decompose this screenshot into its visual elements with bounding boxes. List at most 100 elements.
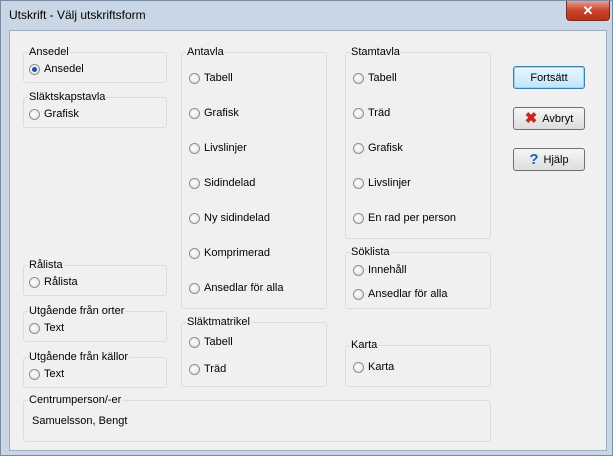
group-soklista: Söklista Innehåll Ansedlar för alla	[345, 246, 491, 309]
radio-slaktmatrikel-trad[interactable]: Träd	[189, 361, 226, 377]
radio-button	[29, 368, 40, 380]
radio-button	[189, 107, 200, 119]
group-label-stamtavla: Stamtavla	[350, 46, 401, 58]
group-ansedel: Ansedel Ansedel	[23, 46, 167, 83]
radio-antavla-tabell[interactable]: Tabell	[189, 70, 233, 86]
radio-slaktskapstavla-grafisk[interactable]: Grafisk	[29, 106, 79, 122]
radio-button	[353, 288, 364, 300]
radio-orter-text[interactable]: Text	[29, 320, 64, 336]
radio-label: Träd	[204, 363, 227, 375]
close-button[interactable]: ✕	[566, 1, 610, 21]
radio-button	[29, 276, 40, 288]
radio-button	[189, 177, 200, 189]
radio-label: Grafisk	[44, 108, 79, 120]
radio-label: Ny sidindelad	[204, 212, 271, 224]
group-ralista: Rålista Rålista	[23, 259, 167, 296]
centrumperson-value: Samuelsson, Bengt	[32, 415, 128, 427]
radio-soklista-innehall[interactable]: Innehåll	[353, 262, 407, 278]
window-title: Utskrift - Välj utskriftsform	[9, 8, 146, 22]
group-karta: Karta Karta	[345, 339, 491, 387]
group-label-soklista: Söklista	[350, 246, 391, 258]
radio-label: Karta	[368, 361, 395, 373]
radio-label: En rad per person	[368, 212, 457, 224]
group-label-kallor: Utgående från källor	[28, 351, 130, 363]
cancel-button[interactable]: ✖ Avbryt	[513, 107, 585, 130]
radio-stamtavla-tabell[interactable]: Tabell	[353, 70, 397, 86]
radio-karta[interactable]: Karta	[353, 359, 394, 375]
radio-stamtavla-trad[interactable]: Träd	[353, 105, 390, 121]
radio-slaktmatrikel-tabell[interactable]: Tabell	[189, 334, 233, 350]
title-bar[interactable]: Utskrift - Välj utskriftsform ✕	[1, 1, 612, 29]
radio-label: Tabell	[368, 72, 397, 84]
radio-button	[189, 72, 200, 84]
radio-button	[29, 322, 40, 334]
group-slaktskapstavla: Släktskapstavla Grafisk	[23, 91, 167, 128]
radio-label: Livslinjer	[204, 142, 247, 154]
radio-button	[189, 142, 200, 154]
group-kallor: Utgående från källor Text	[23, 351, 167, 388]
radio-label: Livslinjer	[368, 177, 411, 189]
radio-button	[353, 72, 364, 84]
help-button[interactable]: ? Hjälp	[513, 148, 585, 171]
radio-label: Komprimerad	[204, 247, 271, 259]
group-label-ansedel: Ansedel	[28, 46, 70, 58]
radio-label: Ansedel	[44, 63, 84, 75]
radio-button	[353, 264, 364, 276]
radio-stamtavla-en-rad[interactable]: En rad per person	[353, 210, 456, 226]
radio-button	[29, 108, 40, 120]
radio-label: Tabell	[204, 72, 233, 84]
radio-button	[189, 363, 200, 375]
red-x-icon: ✖	[524, 110, 538, 127]
radio-ralista[interactable]: Rålista	[29, 274, 78, 290]
radio-kallor-text[interactable]: Text	[29, 366, 64, 382]
radio-button	[353, 177, 364, 189]
radio-antavla-grafisk[interactable]: Grafisk	[189, 105, 239, 121]
group-label-antavla: Antavla	[186, 46, 225, 58]
group-slaktmatrikel: Släktmatrikel Tabell Träd	[181, 316, 327, 387]
group-label-slaktskapstavla: Släktskapstavla	[28, 91, 107, 103]
group-label-slaktmatrikel: Släktmatrikel	[186, 316, 251, 328]
close-icon: ✕	[582, 3, 594, 18]
radio-label: Rålista	[44, 276, 78, 288]
radio-stamtavla-livslinjer[interactable]: Livslinjer	[353, 175, 411, 191]
continue-button[interactable]: Fortsätt	[513, 66, 585, 89]
radio-button	[353, 107, 364, 119]
group-label-centrumperson: Centrumperson/-er	[28, 394, 123, 406]
radio-button	[189, 336, 200, 348]
question-mark-icon: ?	[529, 151, 539, 168]
group-label-karta: Karta	[350, 339, 379, 351]
help-button-label: Hjälp	[543, 153, 569, 166]
radio-antavla-livslinjer[interactable]: Livslinjer	[189, 140, 247, 156]
radio-button	[189, 282, 200, 294]
radio-label: Ansedlar för alla	[204, 282, 284, 294]
radio-label: Grafisk	[368, 142, 403, 154]
radio-label: Träd	[368, 107, 391, 119]
radio-antavla-sidindelad[interactable]: Sidindelad	[189, 175, 255, 191]
radio-button	[353, 212, 364, 224]
radio-ansedel[interactable]: Ansedel	[29, 61, 84, 77]
cancel-button-label: Avbryt	[542, 112, 574, 125]
radio-antavla-ansedlar[interactable]: Ansedlar för alla	[189, 280, 284, 296]
group-centrumperson: Centrumperson/-er Samuelsson, Bengt	[23, 394, 491, 442]
radio-label: Grafisk	[204, 107, 239, 119]
radio-label: Ansedlar för alla	[368, 288, 448, 300]
radio-antavla-ny-sidindelad[interactable]: Ny sidindelad	[189, 210, 270, 226]
group-orter: Utgående från orter Text	[23, 305, 167, 342]
radio-label: Sidindelad	[204, 177, 256, 189]
group-label-ralista: Rålista	[28, 259, 64, 271]
radio-button	[353, 142, 364, 154]
continue-button-label: Fortsätt	[530, 71, 568, 84]
radio-stamtavla-grafisk[interactable]: Grafisk	[353, 140, 403, 156]
radio-button	[353, 361, 364, 373]
radio-button	[189, 247, 200, 259]
radio-label: Text	[44, 322, 65, 334]
radio-button	[189, 212, 200, 224]
radio-button-checked	[29, 63, 40, 75]
radio-antavla-komprimerad[interactable]: Komprimerad	[189, 245, 270, 261]
radio-soklista-ansedlar[interactable]: Ansedlar för alla	[353, 286, 448, 302]
dialog-client-area: Ansedel Ansedel Släktskapstavla Grafisk …	[9, 30, 607, 451]
radio-label: Text	[44, 368, 65, 380]
group-label-orter: Utgående från orter	[28, 305, 126, 317]
dialog-window: Utskrift - Välj utskriftsform ✕ Ansedel …	[0, 0, 613, 456]
radio-label: Tabell	[204, 336, 233, 348]
